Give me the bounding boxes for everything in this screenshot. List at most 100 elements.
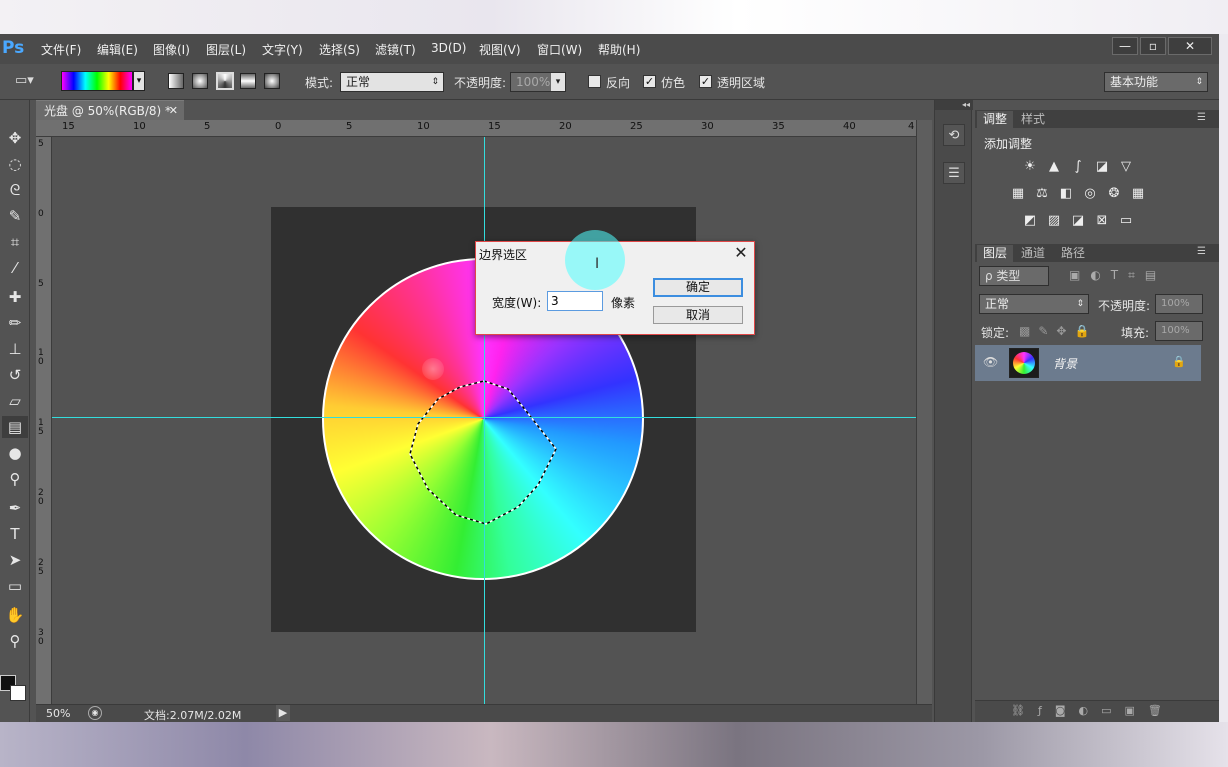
zoom-level[interactable]: 50% bbox=[46, 707, 70, 720]
layer-name[interactable]: 背景 bbox=[1053, 355, 1077, 372]
tab-adjustments[interactable]: 调整 bbox=[977, 111, 1014, 128]
status-menu-arrow-icon[interactable]: ▶ bbox=[276, 705, 290, 721]
history-brush-icon[interactable]: ↺ bbox=[2, 364, 28, 386]
blend-mode-select[interactable]: 正常 ⇕ bbox=[979, 294, 1089, 314]
fill-input[interactable]: 100% bbox=[1155, 321, 1203, 341]
blur-icon[interactable]: ● bbox=[2, 442, 28, 464]
vibrance-icon[interactable]: ▽ bbox=[1117, 158, 1135, 176]
lasso-icon[interactable]: ᘓ bbox=[2, 179, 28, 201]
angle-gradient-icon[interactable] bbox=[216, 72, 234, 90]
posterize-icon[interactable]: ▨ bbox=[1045, 212, 1063, 230]
gradient-picker[interactable] bbox=[61, 71, 133, 91]
linear-gradient-icon[interactable] bbox=[168, 73, 184, 89]
mode-select[interactable]: 正常 ⇕ bbox=[340, 72, 444, 92]
menu-layer[interactable]: 图层(L) bbox=[206, 41, 246, 58]
collapse-arrow-icon[interactable]: ◂◂ bbox=[935, 100, 973, 110]
tab-paths[interactable]: 路径 bbox=[1055, 245, 1091, 262]
reflected-gradient-icon[interactable] bbox=[240, 73, 256, 89]
opacity-dropdown-icon[interactable]: ▾ bbox=[551, 73, 565, 91]
menu-type[interactable]: 文字(Y) bbox=[262, 41, 303, 58]
photo-filter-icon[interactable]: ◎ bbox=[1081, 185, 1099, 203]
menu-help[interactable]: 帮助(H) bbox=[598, 41, 640, 58]
threshold-icon[interactable]: ◪ bbox=[1069, 212, 1087, 230]
background-color-swatch[interactable] bbox=[10, 685, 26, 701]
close-icon[interactable]: ✕ bbox=[732, 244, 750, 262]
lock-options-icons[interactable]: ▩✎✥🔒 bbox=[1019, 324, 1097, 338]
move-tool-icon[interactable]: ✥ bbox=[2, 127, 28, 149]
invert-icon[interactable]: ◩ bbox=[1021, 212, 1039, 230]
color-lookup-icon[interactable]: ▦ bbox=[1129, 185, 1147, 203]
menu-image[interactable]: 图像(I) bbox=[153, 41, 190, 58]
eraser-icon[interactable]: ▱ bbox=[2, 390, 28, 412]
document-tab[interactable]: 光盘 @ 50%(RGB/8) * ✕ bbox=[36, 100, 184, 120]
black-white-icon[interactable]: ◧ bbox=[1057, 185, 1075, 203]
maximize-button[interactable]: ▫ bbox=[1140, 37, 1166, 55]
exposure-icon[interactable]: ◪ bbox=[1093, 158, 1111, 176]
layer-opacity-input[interactable]: 100% bbox=[1155, 294, 1203, 314]
opacity-input[interactable]: 100% ▾ bbox=[510, 72, 566, 92]
rectangle-tool-icon[interactable]: ▭ bbox=[2, 575, 28, 597]
tab-channels[interactable]: 通道 bbox=[1015, 245, 1051, 262]
eyedropper-icon[interactable]: ⁄ bbox=[2, 257, 28, 279]
crop-icon[interactable]: ⌗ bbox=[2, 231, 28, 253]
layers-footer-icons[interactable]: ⛓ƒ◙◐▭▣🗑 bbox=[1011, 704, 1175, 717]
brush-icon[interactable]: ✏ bbox=[2, 312, 28, 334]
path-selection-icon[interactable]: ➤ bbox=[2, 549, 28, 571]
color-balance-icon[interactable]: ⚖ bbox=[1033, 185, 1051, 203]
vertical-scrollbar[interactable] bbox=[916, 120, 932, 717]
levels-icon[interactable]: ▲ bbox=[1045, 158, 1063, 176]
hand-tool-icon[interactable]: ✋ bbox=[2, 604, 28, 626]
menu-edit[interactable]: 编辑(E) bbox=[97, 41, 138, 58]
pen-icon[interactable]: ✒ bbox=[2, 497, 28, 519]
tab-layers[interactable]: 图层 bbox=[977, 245, 1014, 262]
ok-button[interactable]: 确定 bbox=[653, 278, 743, 297]
reverse-checkbox[interactable] bbox=[588, 75, 601, 88]
properties-panel-icon[interactable]: ☰ bbox=[943, 162, 965, 184]
horizontal-ruler[interactable]: 15 10 5 0 5 10 15 20 25 30 35 40 4 bbox=[36, 120, 916, 137]
gradient-map-icon[interactable]: ▭ bbox=[1117, 212, 1135, 230]
close-button[interactable]: ✕ bbox=[1168, 37, 1212, 55]
document-canvas[interactable] bbox=[52, 137, 916, 706]
layer-row[interactable]: 👁 背景 🔒 bbox=[975, 345, 1201, 381]
menu-file[interactable]: 文件(F) bbox=[41, 41, 81, 58]
width-input[interactable]: 3 bbox=[547, 291, 603, 311]
layer-filter-select[interactable]: ρ 类型 bbox=[979, 266, 1049, 286]
panel-menu-icon[interactable]: ☰ bbox=[1197, 112, 1206, 123]
clone-stamp-icon[interactable]: ⊥ bbox=[2, 338, 28, 360]
selective-color-icon[interactable]: ⊠ bbox=[1093, 212, 1111, 230]
menu-3d[interactable]: 3D(D) bbox=[431, 41, 466, 55]
cancel-button[interactable]: 取消 bbox=[653, 306, 743, 324]
menu-window[interactable]: 窗口(W) bbox=[537, 41, 582, 58]
curves-icon[interactable]: ∫ bbox=[1069, 158, 1087, 176]
menu-select[interactable]: 选择(S) bbox=[319, 41, 360, 58]
minimize-button[interactable]: — bbox=[1112, 37, 1138, 55]
quick-selection-icon[interactable]: ✎ bbox=[2, 205, 28, 227]
panel-menu-icon[interactable]: ☰ bbox=[1197, 246, 1206, 257]
diamond-gradient-icon[interactable] bbox=[264, 73, 280, 89]
history-panel-icon[interactable]: ⟲ bbox=[943, 124, 965, 146]
status-info-icon[interactable]: ◉ bbox=[88, 706, 102, 720]
layer-filter-icons[interactable]: ▣◐T⌗▤ bbox=[1069, 268, 1166, 283]
type-tool-icon[interactable]: T bbox=[2, 523, 28, 545]
tab-styles[interactable]: 样式 bbox=[1015, 111, 1051, 128]
eye-icon[interactable]: 👁 bbox=[983, 355, 998, 369]
menu-filter[interactable]: 滤镜(T) bbox=[375, 41, 416, 58]
vertical-guide[interactable] bbox=[484, 137, 485, 706]
transparency-checkbox[interactable]: ✓ bbox=[699, 75, 712, 88]
close-tab-icon[interactable]: ✕ bbox=[169, 101, 178, 121]
zoom-tool-icon[interactable]: ⚲ bbox=[2, 630, 28, 652]
brightness-contrast-icon[interactable]: ☀ bbox=[1021, 158, 1039, 176]
channel-mixer-icon[interactable]: ❂ bbox=[1105, 185, 1123, 203]
radial-gradient-icon[interactable] bbox=[192, 73, 208, 89]
healing-brush-icon[interactable]: ✚ bbox=[2, 286, 28, 308]
dither-checkbox[interactable]: ✓ bbox=[643, 75, 656, 88]
menu-view[interactable]: 视图(V) bbox=[479, 41, 521, 58]
elliptical-marquee-icon[interactable]: ◌ bbox=[2, 153, 28, 175]
gradient-dropdown-icon[interactable]: ▾ bbox=[133, 71, 145, 91]
hue-saturation-icon[interactable]: ▦ bbox=[1009, 185, 1027, 203]
gradient-tool-icon[interactable]: ▤ bbox=[2, 416, 28, 438]
workspace-select[interactable]: 基本功能 ⇕ bbox=[1104, 72, 1208, 92]
dodge-icon[interactable]: ⚲ bbox=[2, 468, 28, 490]
gradient-tool-preset-icon[interactable]: ▭▾ bbox=[15, 73, 37, 91]
vertical-ruler[interactable]: 5 0 5 1 0 1 5 2 0 2 5 3 0 bbox=[36, 137, 52, 706]
